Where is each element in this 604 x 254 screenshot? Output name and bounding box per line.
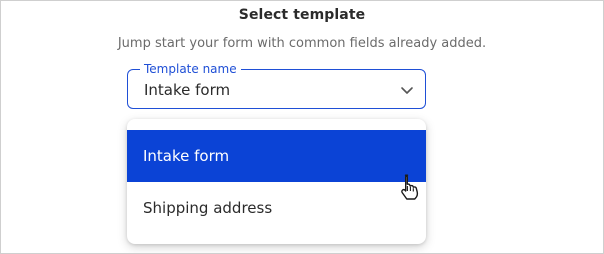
template-name-label: Template name (140, 61, 241, 77)
template-name-value: Intake form (144, 81, 231, 99)
template-dropdown-menu: Intake form Shipping address (127, 119, 426, 244)
template-dialog: Select template Jump start your form wit… (0, 0, 604, 254)
hand-pointer-icon (401, 174, 419, 200)
template-name-select[interactable]: Template name Intake form (127, 61, 426, 109)
chevron-down-icon[interactable] (399, 82, 415, 98)
option-shipping-address[interactable]: Shipping address (127, 182, 426, 234)
dialog-subtitle: Jump start your form with common fields … (117, 36, 487, 51)
dialog-title: Select template (238, 7, 366, 23)
option-intake-form[interactable]: Intake form (127, 130, 426, 182)
